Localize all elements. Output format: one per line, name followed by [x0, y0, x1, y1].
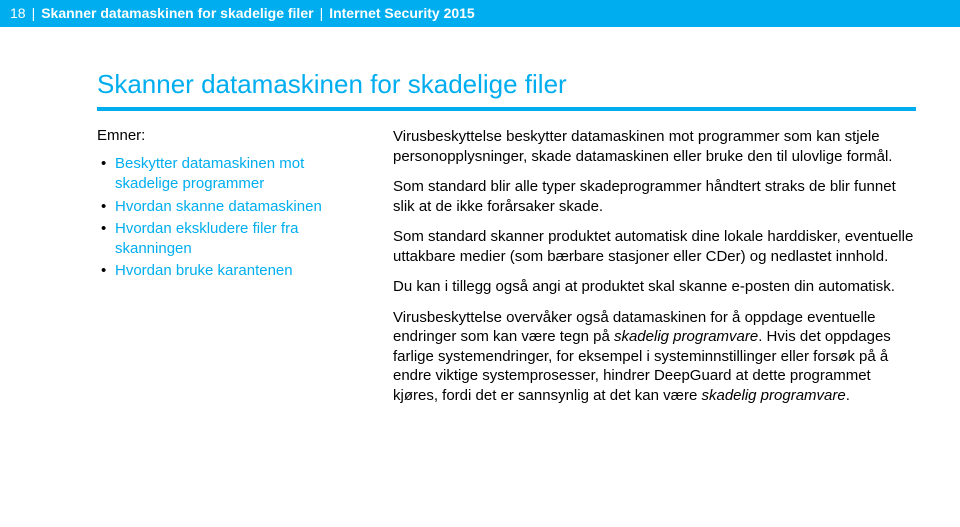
breadcrumb-product: Internet Security 2015	[329, 5, 475, 21]
topic-link[interactable]: Hvordan skanne datamaskinen	[97, 197, 361, 217]
topic-link[interactable]: Hvordan bruke karantenen	[97, 261, 361, 281]
italic-term: skadelig programvare	[614, 328, 758, 345]
sidebar-column: Emner: Beskytter datamaskinen mot skadel…	[97, 127, 361, 416]
header-divider: |	[320, 5, 324, 21]
body-column: Virusbeskyttelse beskytter datamaskinen …	[393, 127, 916, 416]
body-paragraph: Som standard blir alle typer skadeprogra…	[393, 177, 916, 216]
topic-link[interactable]: Hvordan ekskludere filer fra skanningen	[97, 219, 361, 260]
topics-list: Beskytter datamaskinen mot skadelige pro…	[97, 154, 361, 282]
content-area: Skanner datamaskinen for skadelige filer…	[0, 27, 960, 436]
breadcrumb-section: Skanner datamaskinen for skadelige filer	[41, 5, 313, 21]
header-divider: |	[32, 5, 36, 21]
body-paragraph: Du kan i tillegg også angi at produktet …	[393, 277, 916, 297]
page-header: 18 | Skanner datamaskinen for skadelige …	[0, 0, 960, 27]
body-paragraph: Som standard skanner produktet automatis…	[393, 227, 916, 266]
columns-container: Emner: Beskytter datamaskinen mot skadel…	[97, 127, 916, 416]
italic-term: skadelig programvare	[701, 387, 845, 404]
body-paragraph: Virusbeskyttelse beskytter datamaskinen …	[393, 127, 916, 166]
topic-link[interactable]: Beskytter datamaskinen mot skadelige pro…	[97, 154, 361, 195]
page-number: 18	[10, 5, 26, 21]
topics-label: Emner:	[97, 127, 361, 144]
body-paragraph: Virusbeskyttelse overvåker også datamask…	[393, 308, 916, 406]
page-title: Skanner datamaskinen for skadelige filer	[97, 69, 916, 111]
